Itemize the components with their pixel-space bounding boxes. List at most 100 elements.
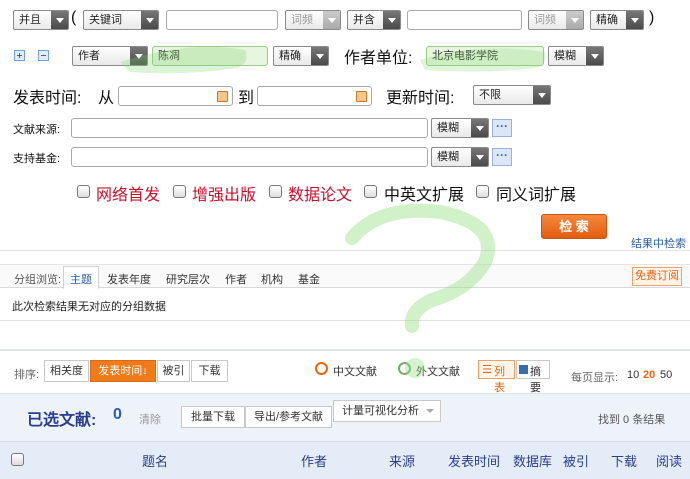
column-cited[interactable]: 被引 <box>563 451 589 470</box>
option-checkbox-network-first[interactable] <box>77 185 90 198</box>
batch-download-button[interactable]: 批量下载 <box>181 406 245 428</box>
search-button[interactable]: 检 索 <box>541 214 607 239</box>
divider <box>0 320 690 321</box>
list-icon: ☰ <box>482 364 492 376</box>
option-checkbox-data-paper[interactable] <box>269 185 282 198</box>
logic-select-2[interactable]: 并含 <box>347 10 401 30</box>
source-more-icon[interactable]: ··· <box>492 119 512 137</box>
column-author[interactable]: 作者 <box>301 451 327 470</box>
option-cn-en: 中英文扩展 <box>384 187 465 204</box>
author-input[interactable]: 陈凋 <box>152 46 268 66</box>
per-page-10[interactable]: 10 <box>627 369 639 381</box>
column-database[interactable]: 数据库 <box>513 451 552 470</box>
precision-select-1[interactable]: 精确 <box>590 10 644 30</box>
chevron-down-icon <box>323 11 340 29</box>
tab-research-level[interactable]: 研究层次 <box>166 271 210 287</box>
chevron-down-icon <box>566 11 583 29</box>
tab-fund[interactable]: 基金 <box>298 271 320 287</box>
sort-publish-time-button[interactable]: 发表时间↓ <box>90 360 156 382</box>
remove-row-icon[interactable] <box>38 50 49 61</box>
select-all-checkbox[interactable] <box>11 453 24 466</box>
sort-cited-button[interactable]: 被引 <box>157 360 190 382</box>
add-row-icon[interactable] <box>14 50 25 61</box>
unit-label: 作者单位: <box>344 50 413 67</box>
fund-input[interactable] <box>71 147 428 167</box>
chevron-down-icon <box>383 11 400 29</box>
tab-author[interactable]: 作者 <box>225 271 247 287</box>
sort-download-button[interactable]: 下载 <box>191 360 228 382</box>
keyword-input-1[interactable] <box>166 10 278 30</box>
fund-label: 支持基金: <box>13 153 61 165</box>
field-select-1[interactable]: 关键词 <box>83 10 159 30</box>
open-paren: ( <box>71 9 77 26</box>
tab-institution[interactable]: 机构 <box>261 271 283 287</box>
chevron-down-icon <box>626 11 643 29</box>
visualize-dropdown[interactable]: 计量可视化分析 <box>333 400 441 422</box>
chevron-down-icon <box>130 47 147 65</box>
publish-time-label: 发表时间: <box>13 90 82 107</box>
column-source[interactable]: 来源 <box>389 451 415 470</box>
clear-link[interactable]: 清除 <box>139 411 161 427</box>
fund-more-icon[interactable]: ··· <box>492 148 512 166</box>
logic-select-1[interactable]: 并且 <box>13 10 69 30</box>
divider <box>0 250 690 251</box>
sort-label: 排序: <box>14 369 40 381</box>
fund-precision-select[interactable]: 模糊 <box>431 147 489 167</box>
option-checkbox-synonym[interactable] <box>476 185 489 198</box>
to-label: 到 <box>238 90 255 107</box>
group-browse-label: 分组浏览: <box>14 274 62 286</box>
option-checkbox-enhanced[interactable] <box>173 185 186 198</box>
chevron-down-icon <box>51 11 68 29</box>
free-subscribe-button[interactable]: 免费订阅 <box>632 267 682 286</box>
chevron-down-icon <box>533 86 550 104</box>
source-precision-select[interactable]: 模糊 <box>431 118 489 138</box>
per-page-20[interactable]: 20 <box>643 369 655 381</box>
export-references-button[interactable]: 导出/参考文献 <box>245 406 332 428</box>
chevron-down-icon <box>471 148 488 166</box>
option-enhanced: 增强出版 <box>192 187 257 204</box>
group-browse-bar <box>0 264 690 288</box>
per-page-50[interactable]: 50 <box>660 369 672 381</box>
result-count: 找到 0 条结果 <box>598 414 666 426</box>
column-title[interactable]: 题名 <box>142 451 168 470</box>
option-network-first: 网络首发 <box>96 187 161 204</box>
chinese-literature-link[interactable]: 中文文献 <box>333 363 377 379</box>
publish-from-input[interactable] <box>118 86 233 106</box>
match-select-1[interactable]: 词频 <box>285 10 341 30</box>
chinese-literature-icon <box>315 362 328 375</box>
keyword-input-2[interactable] <box>407 10 522 30</box>
author-field-select[interactable]: 作者 <box>72 46 148 66</box>
column-publish-time[interactable]: 发表时间 <box>448 451 500 470</box>
from-label: 从 <box>98 90 115 107</box>
update-time-select[interactable]: 不限 <box>473 85 551 105</box>
source-input[interactable] <box>71 118 428 138</box>
calendar-icon[interactable] <box>356 91 367 102</box>
author-precision-select[interactable]: 精确 <box>273 46 329 66</box>
unit-precision-select[interactable]: 模糊 <box>548 46 604 66</box>
option-checkbox-cn-en[interactable] <box>364 185 377 198</box>
search-in-results-link[interactable]: 结果中检索 <box>631 235 686 251</box>
unit-input[interactable]: 北京电影学院 <box>426 46 544 66</box>
foreign-literature-link[interactable]: 外文文献 <box>416 363 460 379</box>
chevron-down-icon <box>471 119 488 137</box>
chevron-down-icon <box>311 47 328 65</box>
list-view-button[interactable]: ☰ 列表 <box>478 360 515 394</box>
close-paren: ) <box>649 9 655 26</box>
tab-publish-year[interactable]: 发表年度 <box>107 271 151 287</box>
sort-relevance-button[interactable]: 相关度 <box>44 360 89 382</box>
column-read[interactable]: 阅读 <box>656 451 682 470</box>
publish-to-input[interactable] <box>257 86 372 106</box>
summary-icon <box>519 365 528 374</box>
calendar-icon[interactable] <box>217 91 228 102</box>
foreign-literature-icon <box>398 362 411 375</box>
chevron-down-icon <box>586 47 603 65</box>
summary-view-button[interactable]: 摘要 <box>516 360 550 394</box>
column-download[interactable]: 下载 <box>611 451 637 470</box>
option-synonym: 同义词扩展 <box>496 187 577 204</box>
update-time-label: 更新时间: <box>386 90 455 107</box>
group-empty-message: 此次检索结果无对应的分组数据 <box>12 301 166 313</box>
option-data-paper: 数据论文 <box>288 187 353 204</box>
chevron-down-icon <box>426 409 434 413</box>
tab-topic[interactable]: 主题 <box>63 266 99 289</box>
match-select-2[interactable]: 词频 <box>528 10 584 30</box>
